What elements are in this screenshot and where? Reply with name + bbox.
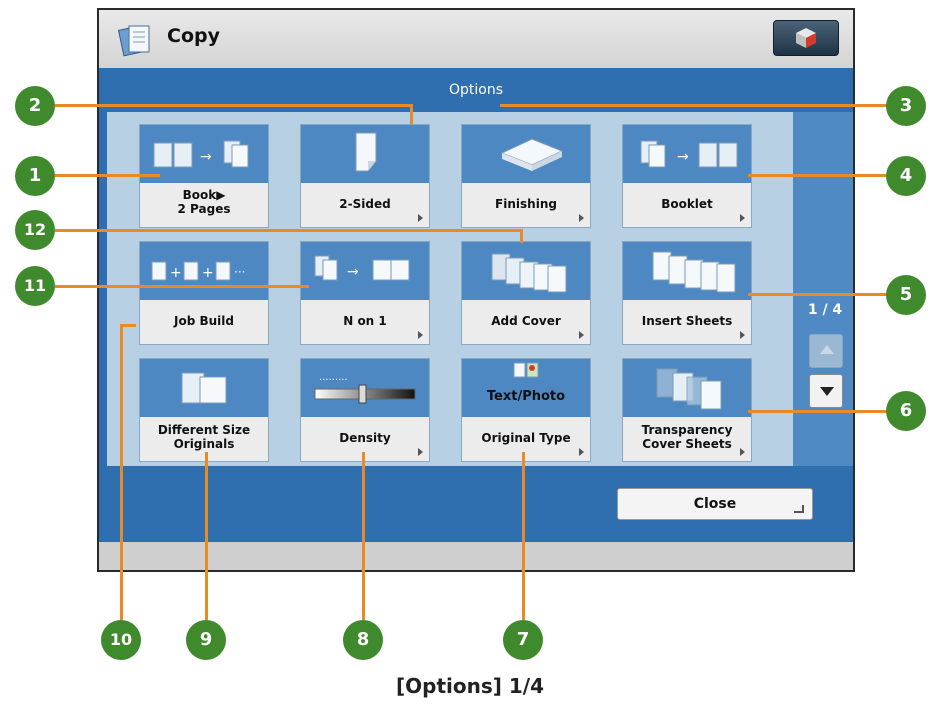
submenu-arrow-icon: [740, 214, 745, 222]
title-bar: Copy: [99, 10, 853, 69]
tile-finishing[interactable]: Finishing: [461, 124, 591, 228]
tile-label: Book▶ 2 Pages: [177, 188, 231, 216]
callout-line-12: [55, 229, 523, 232]
callout-line-11: [55, 285, 309, 288]
svg-text:+: +: [170, 265, 182, 281]
text-photo-icon: Text/Photo: [462, 359, 590, 417]
page-down-button[interactable]: [809, 374, 843, 408]
density-slider-icon: ·········: [301, 359, 429, 417]
options-panel: Options → Book▶ 2 Pages 2-Sided Finishin…: [99, 68, 853, 542]
callout-line-6: [748, 410, 896, 413]
tile-label: Finishing: [495, 197, 557, 211]
two-sided-icon: [301, 125, 429, 183]
svg-text:+: +: [202, 265, 214, 281]
app-title: Copy: [167, 25, 220, 47]
submenu-arrow-icon: [740, 448, 745, 456]
status-bar: [99, 542, 853, 570]
callout-line-10b: [120, 324, 136, 327]
callout-badge-3: 3: [886, 86, 926, 126]
copy-screen: Copy Options → Book▶ 2 Pages 2-Sided Fin…: [97, 8, 855, 572]
tile-add-cover[interactable]: Add Cover: [461, 241, 591, 345]
job-build-icon: + + ···: [140, 242, 268, 300]
callout-line-9: [205, 452, 208, 620]
different-size-icon: [140, 359, 268, 417]
tile-label: Transparency Cover Sheets: [641, 423, 733, 451]
callout-badge-1: 1: [15, 156, 55, 196]
tile-label: Density: [339, 431, 391, 445]
submenu-arrow-icon: [418, 331, 423, 339]
triangle-up-icon: [820, 345, 834, 354]
add-cover-icon: [462, 242, 590, 300]
tile-original-type[interactable]: Text/Photo Original Type: [461, 358, 591, 462]
callout-badge-9: 9: [186, 620, 226, 660]
booklet-icon: →: [623, 125, 751, 183]
submenu-arrow-icon: [579, 331, 584, 339]
tile-booklet[interactable]: → Booklet: [622, 124, 752, 228]
submenu-arrow-icon: [418, 214, 423, 222]
callout-badge-7: 7: [503, 620, 543, 660]
system-status-button[interactable]: [773, 20, 839, 56]
submenu-arrow-icon: [740, 331, 745, 339]
tile-density[interactable]: ········· Density: [300, 358, 430, 462]
callout-badge-10: 10: [101, 620, 141, 660]
callout-line-2b: [410, 104, 413, 124]
n-on-1-icon: →: [301, 242, 429, 300]
svg-text:·········: ·········: [319, 375, 348, 386]
page-up-button[interactable]: [809, 334, 843, 368]
cube-icon: [796, 28, 816, 48]
tile-label: N on 1: [343, 314, 387, 328]
submenu-arrow-icon: [579, 214, 584, 222]
tile-n-on-1[interactable]: → N on 1: [300, 241, 430, 345]
page-indicator: 1 / 4: [807, 302, 843, 318]
finishing-icon: [462, 125, 590, 183]
callout-badge-12: 12: [15, 210, 55, 250]
tile-label: Add Cover: [491, 314, 561, 328]
callout-line-10: [120, 324, 123, 620]
tile-label: Insert Sheets: [641, 314, 733, 328]
tile-insert-sheets[interactable]: Insert Sheets: [622, 241, 752, 345]
copy-icon: [117, 25, 150, 57]
tile-label: Job Build: [174, 314, 234, 328]
callout-badge-2: 2: [15, 86, 55, 126]
tile-different-size-originals[interactable]: Different Size Originals: [139, 358, 269, 462]
transparency-icon: [623, 359, 751, 417]
callout-badge-6: 6: [886, 391, 926, 431]
close-label: Close: [693, 496, 737, 512]
callout-badge-4: 4: [886, 156, 926, 196]
callout-badge-8: 8: [343, 620, 383, 660]
tile-label: 2-Sided: [339, 197, 391, 211]
tile-transparency-cover-sheets[interactable]: Transparency Cover Sheets: [622, 358, 752, 462]
callout-line-2: [55, 104, 412, 107]
original-type-value: Text/Photo: [486, 389, 566, 404]
close-button[interactable]: Close: [617, 488, 813, 520]
callout-line-5: [748, 293, 896, 296]
tile-label: Original Type: [481, 431, 571, 445]
options-grid: → Book▶ 2 Pages 2-Sided Finishing → Book…: [107, 112, 793, 466]
tile-job-build[interactable]: + + ··· Job Build: [139, 241, 269, 345]
submenu-arrow-icon: [418, 448, 423, 456]
callout-line-12b: [520, 229, 523, 243]
figure-caption: [Options] 1/4: [396, 674, 544, 698]
tile-2-sided[interactable]: 2-Sided: [300, 124, 430, 228]
svg-text:→: →: [200, 149, 212, 165]
submenu-arrow-icon: [579, 448, 584, 456]
callout-line-4: [748, 174, 896, 177]
triangle-down-icon: [820, 387, 834, 396]
callout-line-8: [362, 452, 365, 620]
svg-text:···: ···: [234, 265, 245, 279]
callout-line-3: [500, 104, 896, 107]
insert-sheets-icon: [623, 242, 751, 300]
callout-badge-5: 5: [886, 275, 926, 315]
tile-label: Different Size Originals: [157, 423, 251, 451]
callout-line-7: [522, 452, 525, 620]
svg-text:→: →: [677, 149, 689, 165]
svg-text:→: →: [347, 264, 359, 280]
return-corner-icon: [794, 505, 804, 513]
callout-badge-11: 11: [15, 266, 55, 306]
callout-line-1: [55, 174, 160, 177]
tile-label: Booklet: [661, 197, 713, 211]
